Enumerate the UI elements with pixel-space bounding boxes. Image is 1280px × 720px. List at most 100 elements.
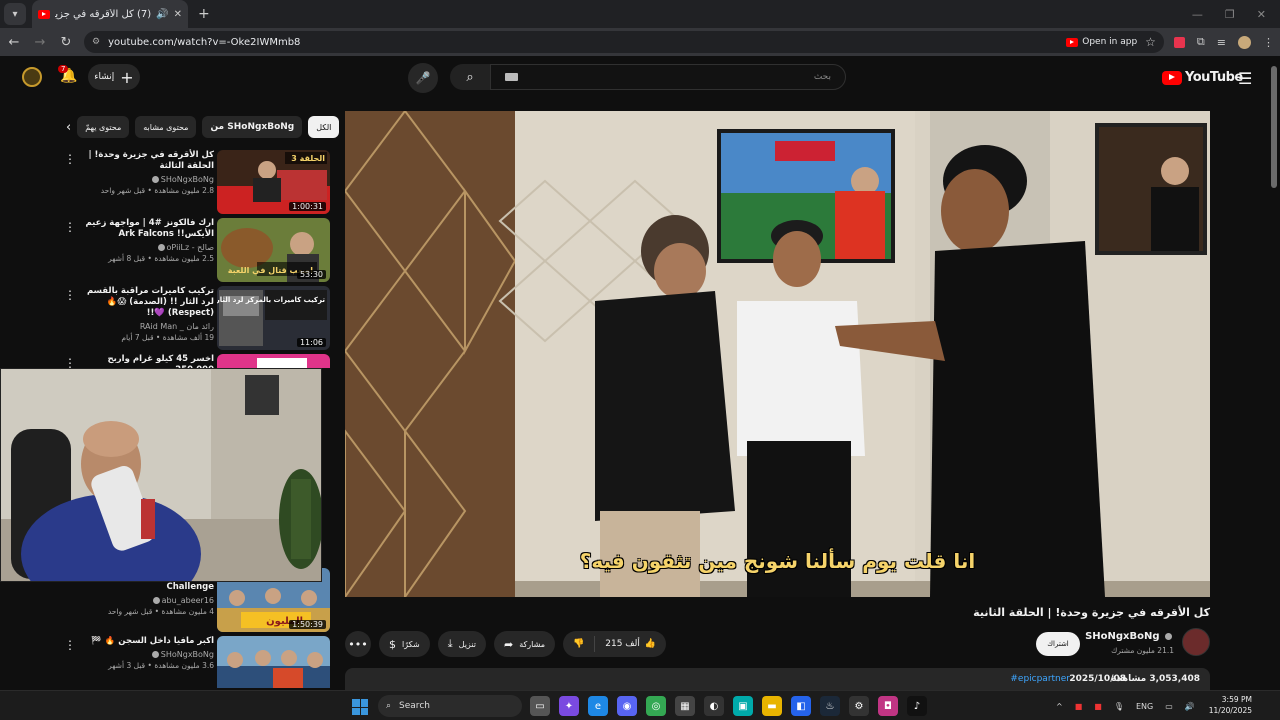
- site-info-icon[interactable]: ⚙: [92, 37, 100, 47]
- restore-icon[interactable]: ❐: [1225, 8, 1235, 21]
- forward-icon[interactable]: →: [32, 35, 48, 50]
- video-thumbnail[interactable]: [217, 354, 330, 368]
- tab-title: (7) كل الأقرقه في جزيرة وحدة!: [55, 8, 152, 20]
- list-item[interactable]: ⋮ تركيب كاميرات مراقبة بالقسم لرد الثار …: [60, 286, 330, 352]
- chrome-icon[interactable]: ◎: [646, 696, 666, 716]
- video-subtitle: انا قلت يوم سألنا شونج مين تثقون فيه؟: [579, 549, 976, 573]
- settings-icon[interactable]: ⚙: [849, 696, 869, 716]
- tray-overflow-icon[interactable]: ^: [1056, 702, 1063, 711]
- microphone-icon[interactable]: 🎙: [1114, 702, 1124, 711]
- reload-icon[interactable]: ↻: [58, 35, 74, 50]
- address-bar-row: ← → ↻ ⚙ youtube.com/watch?v=-Oke2IWMmb8 …: [0, 28, 1280, 56]
- tray-app-icon[interactable]: ■: [1075, 702, 1083, 711]
- keyboard-icon[interactable]: [505, 73, 518, 81]
- browser-menu-icon[interactable]: ⋮: [1263, 36, 1274, 49]
- like-dislike-group: 👎 215 ألف 👍: [563, 631, 667, 657]
- profile-avatar[interactable]: [1238, 35, 1251, 49]
- guide-menu-icon[interactable]: ☰: [1238, 69, 1252, 88]
- close-window-icon[interactable]: ✕: [1257, 8, 1266, 21]
- app-icon[interactable]: ◧: [791, 696, 811, 716]
- youtube-favicon-icon: [38, 9, 50, 19]
- list-item[interactable]: Challenge abu_abeer16 4 مليون مشاهدة • ق…: [60, 568, 330, 632]
- svg-text:الحلقة 3: الحلقة 3: [291, 154, 325, 163]
- more-options-icon[interactable]: ⋮: [64, 638, 76, 652]
- account-avatar[interactable]: [22, 67, 42, 87]
- discord-icon[interactable]: ◉: [617, 696, 637, 716]
- copilot-icon[interactable]: ✦: [559, 696, 579, 716]
- more-options-icon[interactable]: ⋮: [64, 288, 76, 302]
- close-tab-icon[interactable]: ✕: [174, 9, 182, 20]
- video-player[interactable]: انا قلت يوم سألنا شونج مين تثقون فيه؟: [345, 111, 1210, 597]
- tab-search-icon[interactable]: ▾: [4, 3, 26, 25]
- like-button[interactable]: 215 ألف 👍: [595, 631, 666, 657]
- tray-app-icon[interactable]: ■: [1094, 702, 1102, 711]
- upload-date: 2025/10/08: [1069, 674, 1126, 684]
- chip-all[interactable]: الكل: [308, 116, 340, 138]
- more-options-icon[interactable]: ⋮: [64, 220, 76, 234]
- extension-icon[interactable]: [1173, 36, 1185, 48]
- thumbs-up-icon: 👍: [644, 639, 657, 649]
- open-in-app-button[interactable]: Open in app: [1066, 37, 1137, 47]
- chip-related[interactable]: محتوى يهمّ: [77, 116, 130, 138]
- steam-icon[interactable]: ♨: [820, 696, 840, 716]
- download-button[interactable]: ⤓ تنزيل: [437, 631, 486, 657]
- windows-start-icon[interactable]: [352, 699, 368, 715]
- chip-scroll-left-icon[interactable]: ‹: [66, 120, 71, 135]
- video-thumbnail[interactable]: الحلقة 3 1:00:31: [217, 150, 330, 214]
- file-explorer-icon[interactable]: ▬: [762, 696, 782, 716]
- volume-icon[interactable]: 🔊: [1185, 702, 1195, 711]
- dislike-button[interactable]: 👎: [563, 631, 594, 657]
- reading-list-icon[interactable]: ≡: [1217, 36, 1226, 49]
- subscribe-button[interactable]: اشتراك: [1036, 632, 1080, 656]
- taskbar-clock[interactable]: 3:59 PM 11/20/2025: [1206, 694, 1252, 716]
- bookmark-star-icon[interactable]: ☆: [1145, 35, 1156, 49]
- minimize-icon[interactable]: —: [1192, 8, 1203, 21]
- task-view-icon[interactable]: ▭: [530, 696, 550, 716]
- back-icon[interactable]: ←: [6, 35, 22, 50]
- network-icon[interactable]: ▭: [1165, 702, 1173, 711]
- chip-similar[interactable]: محتوى مشابه: [135, 116, 197, 138]
- obs-icon[interactable]: ◐: [704, 696, 724, 716]
- youtube-logo[interactable]: YouTube: [1162, 70, 1243, 85]
- list-item[interactable]: ⋮ اخسر 45 كيلو غرام واربح 250,000: [60, 354, 330, 368]
- more-options-icon[interactable]: ⋮: [64, 356, 76, 368]
- audio-playing-icon[interactable]: 🔊: [156, 9, 168, 20]
- edge-icon[interactable]: e: [588, 696, 608, 716]
- share-icon: ➦: [503, 637, 514, 651]
- channel-avatar[interactable]: [1182, 628, 1210, 656]
- verified-icon: [151, 651, 159, 658]
- instagram-icon[interactable]: ◘: [878, 696, 898, 716]
- browser-tab[interactable]: (7) كل الأقرقه في جزيرة وحدة! 🔊 ✕: [32, 0, 188, 28]
- subscriber-count: 21.1 مليون مشترك: [1111, 646, 1174, 655]
- webcam-overlay: [0, 368, 322, 582]
- hashtag-link[interactable]: #epicpartner: [1010, 674, 1070, 684]
- language-indicator[interactable]: ENG: [1136, 702, 1153, 711]
- video-thumbnail[interactable]: اصعب قتال في اللعبة 53:30: [217, 218, 330, 282]
- list-item[interactable]: ⋮ كل الأقرقه في جزيرة وحدة! | الحلقة الث…: [60, 150, 330, 216]
- create-button[interactable]: إنشاء +: [88, 64, 140, 90]
- new-tab-icon[interactable]: +: [198, 6, 210, 22]
- address-input[interactable]: ⚙ youtube.com/watch?v=-Oke2IWMmb8 Open i…: [84, 31, 1164, 53]
- tiktok-icon[interactable]: ♪: [907, 696, 927, 716]
- thanks-button[interactable]: $ شكرًا: [379, 631, 430, 657]
- share-button[interactable]: ➦ مشاركة: [493, 631, 556, 657]
- duration-badge: 11:06: [296, 338, 326, 347]
- youtube-favicon-icon: [1066, 37, 1079, 47]
- chip-from-channel[interactable]: من SHoNgxBoNg: [202, 116, 303, 138]
- video-thumbnail[interactable]: تركيب كاميرات بالمركز لرد الثار 11:06: [217, 286, 330, 350]
- list-item[interactable]: ⋮ أكبر مافيا داخل السجن 🔥 🏁 SHoNgxBoNg 3…: [60, 636, 330, 688]
- list-item[interactable]: ⋮ ارك فالكونز #4 | مواجهة زعيم الأيكس!! …: [60, 218, 330, 284]
- search-input[interactable]: بحث: [490, 64, 846, 90]
- more-actions-button[interactable]: •••: [345, 631, 371, 657]
- app-icon[interactable]: ▣: [733, 696, 753, 716]
- system-tray: ^ ■ ■ 🎙 ENG ▭ 🔊: [1056, 695, 1195, 717]
- taskbar-search[interactable]: ⌕ Search: [378, 695, 522, 717]
- more-options-icon[interactable]: ⋮: [64, 152, 76, 166]
- extensions-puzzle-icon[interactable]: ⧉: [1197, 35, 1205, 49]
- store-icon[interactable]: ▦: [675, 696, 695, 716]
- search-icon: ⌕: [386, 701, 392, 711]
- search-button[interactable]: ⌕: [450, 64, 490, 90]
- voice-search-mic-icon[interactable]: 🎤: [408, 63, 438, 93]
- video-thumbnail[interactable]: [217, 636, 330, 688]
- page-scrollbar[interactable]: [1270, 60, 1278, 690]
